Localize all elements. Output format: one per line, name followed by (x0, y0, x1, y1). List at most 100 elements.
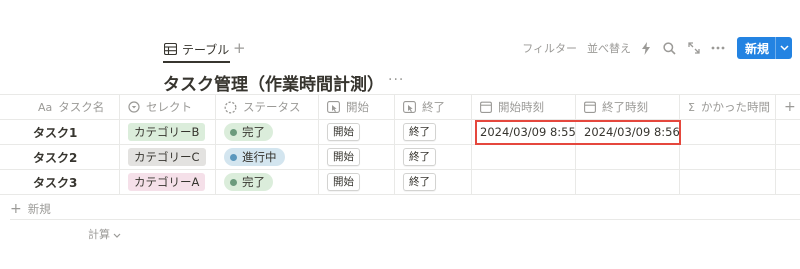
end-time-value: 2024/03/09 8:56 (584, 125, 680, 139)
task-name-cell[interactable]: タスク2 (0, 145, 120, 169)
status-label: 進行中 (242, 150, 277, 164)
chevron-down-icon[interactable] (775, 37, 792, 59)
view-tab-label: テーブル (182, 42, 230, 57)
status-badge: 進行中 (224, 148, 285, 166)
view-tab-table[interactable]: テーブル (163, 38, 231, 63)
end-time-cell[interactable] (576, 145, 680, 169)
header-select[interactable]: セレクト (120, 95, 216, 119)
header-status[interactable]: ステータス (216, 95, 319, 119)
status-icon (224, 101, 237, 114)
header-label: かかった時間 (700, 100, 770, 114)
header-label: 終了 (422, 100, 445, 114)
end-button[interactable]: 終了 (403, 173, 436, 191)
header-duration[interactable]: Σ かかった時間 (680, 95, 776, 119)
status-badge: 完了 (224, 173, 273, 191)
table-row[interactable]: タスク2 カテゴリーC 進行中 開始 終了 (0, 145, 800, 170)
start-time-cell[interactable]: 2024/03/09 8:55 (472, 120, 576, 144)
category-cell[interactable]: カテゴリーA (120, 170, 216, 194)
task-name-cell[interactable]: タスク3 (0, 170, 120, 194)
header-label: 開始 (346, 100, 369, 114)
end-button-cell: 終了 (395, 170, 472, 194)
table-row[interactable]: タスク1 カテゴリーB 完了 開始 終了 2024/03/09 8:55 202… (0, 120, 800, 145)
toolbar: フィルター 並べ替え 新規 (512, 37, 792, 59)
select-icon (128, 101, 140, 113)
category-cell[interactable]: カテゴリーC (120, 145, 216, 169)
header-label: 終了時刻 (602, 100, 648, 114)
start-button[interactable]: 開始 (327, 148, 360, 166)
add-view-button[interactable]: + (233, 39, 246, 57)
button-icon (403, 101, 416, 113)
start-button-cell: 開始 (319, 170, 395, 194)
expand-icon[interactable] (685, 39, 703, 57)
category-tag: カテゴリーB (128, 123, 206, 141)
date-icon (584, 101, 596, 113)
start-button-cell: 開始 (319, 120, 395, 144)
button-icon (327, 101, 340, 113)
text-property-icon: Aa (38, 100, 53, 114)
header-label: 開始時刻 (498, 100, 544, 114)
category-tag: カテゴリーA (128, 173, 206, 191)
start-time-cell[interactable] (472, 170, 576, 194)
header-task-name[interactable]: Aa タスク名 (0, 95, 120, 119)
sort-button[interactable]: 並べ替え (587, 40, 631, 56)
end-button-cell: 終了 (395, 145, 472, 169)
formula-sigma-icon: Σ (688, 100, 695, 114)
status-label: 完了 (242, 175, 265, 189)
table-row[interactable]: タスク3 カテゴリーA 完了 開始 終了 (0, 170, 800, 195)
database-title[interactable]: タスク管理（作業時間計測） (163, 70, 384, 95)
search-icon[interactable] (661, 39, 679, 57)
more-icon[interactable] (709, 39, 727, 57)
header-end-time[interactable]: 終了時刻 (576, 95, 680, 119)
header-label: タスク名 (58, 100, 105, 114)
status-dot-icon (230, 178, 237, 186)
chevron-down-icon (113, 228, 121, 241)
end-button-cell: 終了 (395, 120, 472, 144)
task-name-cell[interactable]: タスク1 (0, 120, 120, 144)
start-time-cell[interactable] (472, 145, 576, 169)
plus-icon: + (10, 201, 22, 217)
end-button[interactable]: 終了 (403, 123, 436, 141)
status-cell[interactable]: 完了 (216, 120, 319, 144)
calculate-label: 計算 (88, 228, 110, 241)
date-icon (480, 101, 492, 113)
add-property-button[interactable]: + (776, 95, 800, 119)
end-button[interactable]: 終了 (403, 148, 436, 166)
data-table: Aa タスク名 セレクト ステータス 開始 終了 開始時刻 終了時刻 Σ かかっ… (0, 94, 800, 195)
status-label: 完了 (242, 125, 265, 139)
header-start-time[interactable]: 開始時刻 (472, 95, 576, 119)
divider (10, 219, 800, 220)
header-start-button[interactable]: 開始 (319, 95, 395, 119)
status-cell[interactable]: 完了 (216, 170, 319, 194)
category-cell[interactable]: カテゴリーB (120, 120, 216, 144)
status-cell[interactable]: 進行中 (216, 145, 319, 169)
view-bar: テーブル + フィルター 並べ替え 新規 (160, 34, 800, 63)
empty-cell (776, 170, 800, 194)
end-time-cell[interactable] (576, 170, 680, 194)
plus-icon: + (784, 99, 796, 115)
end-time-cell[interactable]: 2024/03/09 8:56 (576, 120, 680, 144)
title-more-icon[interactable]: ··· (388, 72, 404, 88)
new-button[interactable]: 新規 (736, 37, 792, 59)
new-row-button[interactable]: + 新規 (10, 201, 51, 217)
category-tag: カテゴリーC (128, 148, 206, 166)
duration-cell[interactable] (680, 120, 776, 144)
active-tab-underline (163, 61, 231, 63)
duration-cell[interactable] (680, 170, 776, 194)
calculate-button[interactable]: 計算 (88, 226, 121, 242)
table-icon (164, 43, 177, 55)
start-time-value: 2024/03/09 8:55 (480, 125, 576, 139)
header-end-button[interactable]: 終了 (395, 95, 472, 119)
start-button[interactable]: 開始 (327, 173, 360, 191)
header-label: セレクト (146, 100, 192, 114)
start-button[interactable]: 開始 (327, 123, 360, 141)
filter-button[interactable]: フィルター (522, 40, 577, 56)
status-dot-icon (230, 128, 237, 136)
start-button-cell: 開始 (319, 145, 395, 169)
new-row-label: 新規 (27, 202, 51, 216)
lightning-icon[interactable] (637, 39, 655, 57)
status-dot-icon (230, 153, 237, 161)
table-header-row: Aa タスク名 セレクト ステータス 開始 終了 開始時刻 終了時刻 Σ かかっ… (0, 94, 800, 120)
new-button-label: 新規 (744, 41, 769, 56)
duration-cell[interactable] (680, 145, 776, 169)
empty-cell (776, 120, 800, 144)
